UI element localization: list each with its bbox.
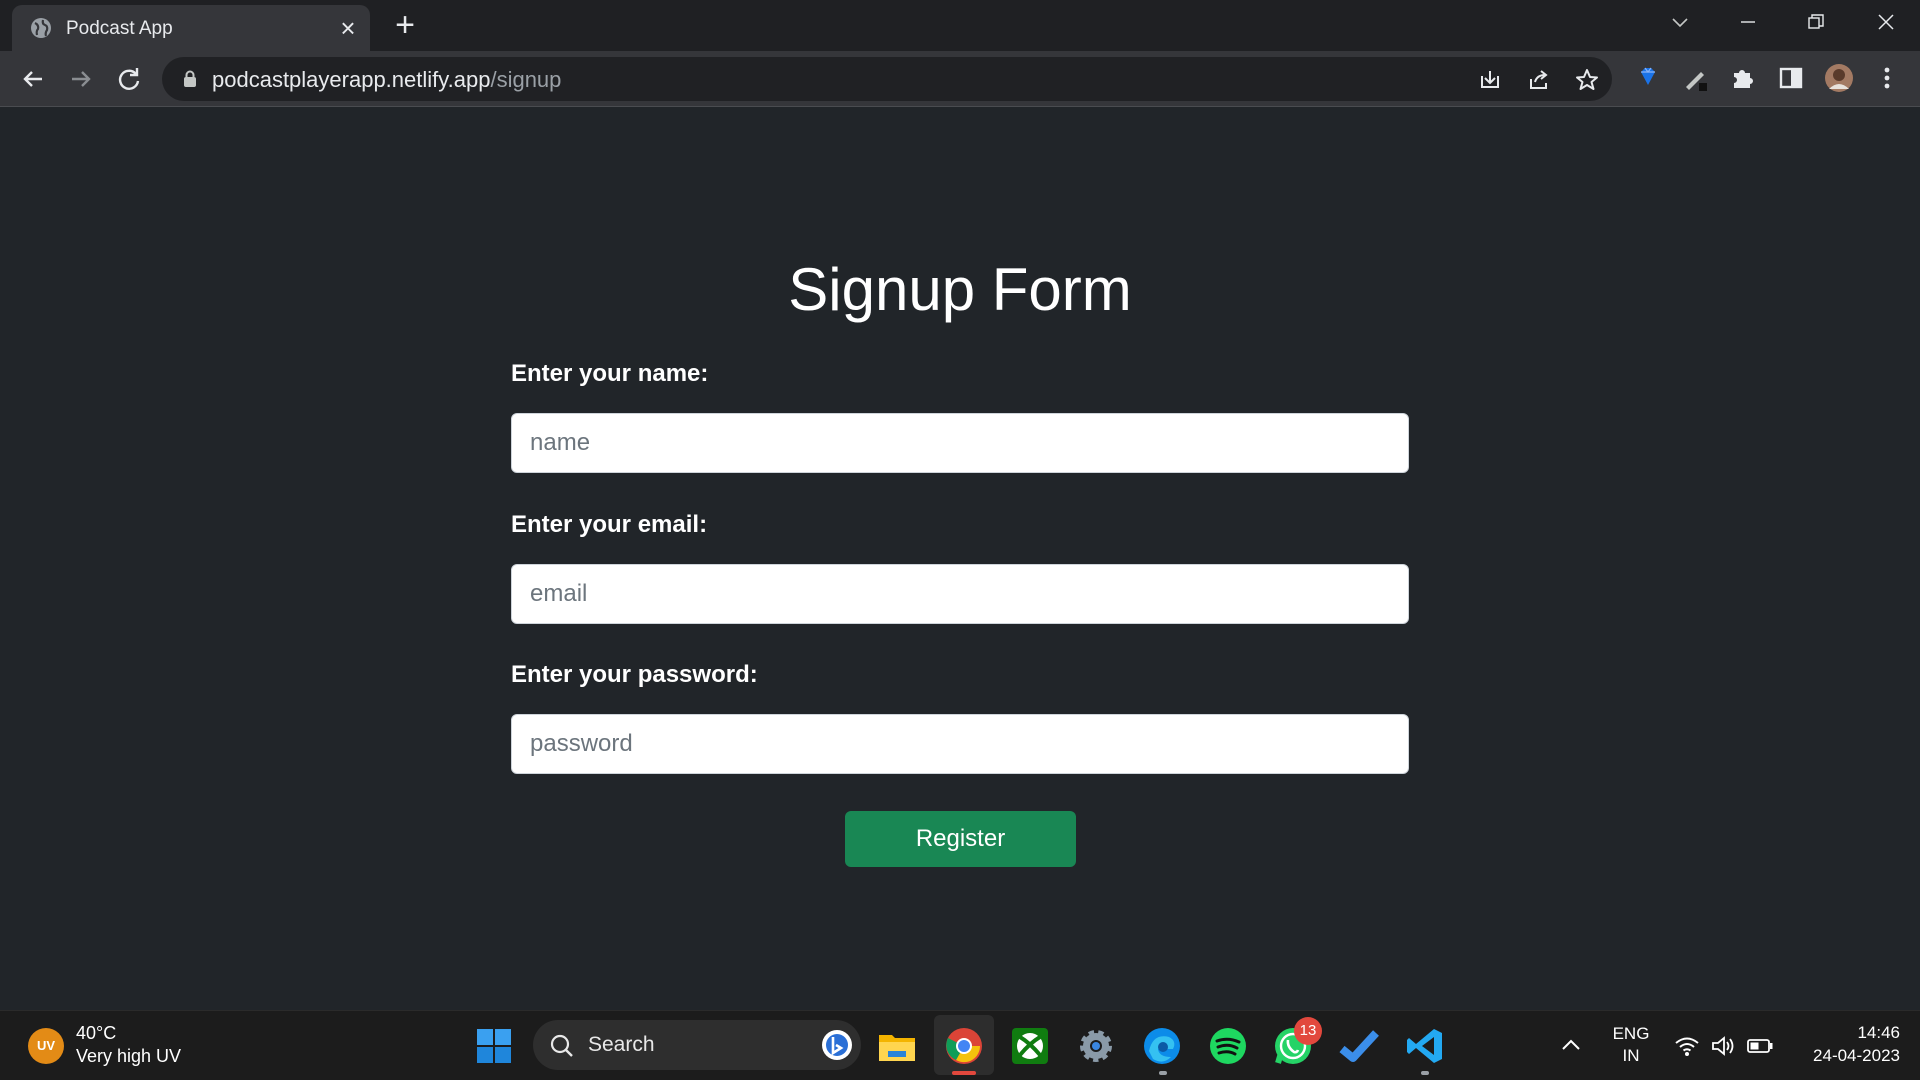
- whatsapp-notification-badge: 13: [1294, 1017, 1322, 1045]
- side-panel-icon[interactable]: [1776, 63, 1806, 93]
- minimize-button[interactable]: [1728, 6, 1768, 38]
- extension-pen-icon[interactable]: [1681, 63, 1711, 93]
- vscode-icon[interactable]: [1404, 1025, 1446, 1067]
- vscode-running-indicator: [1421, 1071, 1429, 1075]
- browser-tab[interactable]: Podcast App ×: [12, 5, 370, 51]
- xbox-icon[interactable]: [1009, 1025, 1051, 1067]
- page-title: Signup Form: [788, 256, 1132, 323]
- search-label: Search: [588, 1033, 655, 1056]
- close-window-button[interactable]: [1866, 6, 1906, 38]
- arrow-left-icon: [23, 71, 42, 87]
- puzzle-extensions-icon[interactable]: [1728, 63, 1758, 93]
- name-label: Enter your name:: [511, 360, 709, 387]
- lock-icon: [184, 70, 196, 87]
- todo-check-icon[interactable]: [1338, 1025, 1380, 1067]
- extension-gem-icon[interactable]: [1633, 63, 1663, 93]
- chrome-icon: [946, 1028, 982, 1064]
- arrow-right-icon: [72, 71, 91, 87]
- spotify-icon[interactable]: [1207, 1025, 1249, 1067]
- name-input[interactable]: [511, 413, 1409, 473]
- restore-button[interactable]: [1796, 6, 1836, 38]
- bookmark-star-icon[interactable]: [1574, 67, 1600, 93]
- url-host: podcastplayerapp.netlify.app: [212, 67, 491, 92]
- bing-icon: [822, 1030, 852, 1060]
- url-path: /signup: [490, 67, 562, 92]
- email-label: Enter your email:: [511, 511, 708, 538]
- edge-running-indicator: [1159, 1071, 1167, 1075]
- close-icon: [1878, 14, 1894, 30]
- edge-icon[interactable]: [1141, 1025, 1183, 1067]
- language-region[interactable]: IN: [1610, 1046, 1652, 1066]
- chevron-up-icon[interactable]: [1557, 1031, 1585, 1059]
- taskbar: UV 40°C Very high UV Search 13 ENG IN 14…: [0, 1010, 1920, 1080]
- reload-icon: [118, 68, 140, 90]
- share-icon[interactable]: [1526, 67, 1552, 93]
- language-code[interactable]: ENG: [1610, 1024, 1652, 1044]
- browser-toolbar: podcastplayerapp.netlify.app/signup: [0, 51, 1920, 106]
- email-input[interactable]: [511, 564, 1409, 624]
- weather-temperature[interactable]: 40°C: [76, 1023, 116, 1044]
- tab-close-button[interactable]: ×: [334, 14, 362, 42]
- chrome-taskbar-slot[interactable]: [934, 1015, 994, 1075]
- tab-strip: Podcast App × +: [0, 0, 1920, 51]
- volume-icon[interactable]: [1710, 1033, 1736, 1059]
- address-bar[interactable]: podcastplayerapp.netlify.app/signup: [162, 57, 1612, 101]
- weather-uv-icon[interactable]: UV: [28, 1028, 64, 1064]
- tab-search-button[interactable]: [1660, 6, 1700, 38]
- restore-icon: [1808, 14, 1824, 29]
- tab-title: Podcast App: [66, 18, 173, 39]
- install-app-icon[interactable]: [1477, 67, 1503, 93]
- reload-button[interactable]: [113, 63, 145, 95]
- chrome-active-indicator: [952, 1071, 976, 1075]
- back-button[interactable]: [17, 63, 49, 95]
- url-text: podcastplayerapp.netlify.app/signup: [212, 67, 561, 93]
- globe-icon: [31, 18, 51, 38]
- taskbar-search[interactable]: Search: [533, 1020, 861, 1070]
- more-menu-icon[interactable]: [1872, 63, 1902, 93]
- password-input[interactable]: [511, 714, 1409, 774]
- weather-description[interactable]: Very high UV: [76, 1046, 181, 1067]
- register-button[interactable]: Register: [845, 811, 1076, 867]
- chevron-down-icon: [1672, 18, 1688, 28]
- settings-gear-icon[interactable]: [1075, 1025, 1117, 1067]
- search-icon: [550, 1034, 573, 1057]
- page-content: Signup Form Enter your name: Enter your …: [0, 107, 1920, 1010]
- new-tab-button[interactable]: +: [390, 8, 420, 42]
- windows-start-icon[interactable]: [473, 1025, 515, 1067]
- clock-date[interactable]: 24-04-2023: [1790, 1046, 1900, 1066]
- minimize-icon: [1741, 21, 1755, 23]
- forward-button[interactable]: [65, 63, 97, 95]
- profile-avatar[interactable]: [1824, 63, 1854, 93]
- file-explorer-icon[interactable]: [876, 1025, 918, 1067]
- password-label: Enter your password:: [511, 661, 758, 688]
- battery-icon[interactable]: [1746, 1033, 1774, 1059]
- clock-time[interactable]: 14:46: [1790, 1023, 1900, 1043]
- wifi-icon[interactable]: [1674, 1033, 1700, 1059]
